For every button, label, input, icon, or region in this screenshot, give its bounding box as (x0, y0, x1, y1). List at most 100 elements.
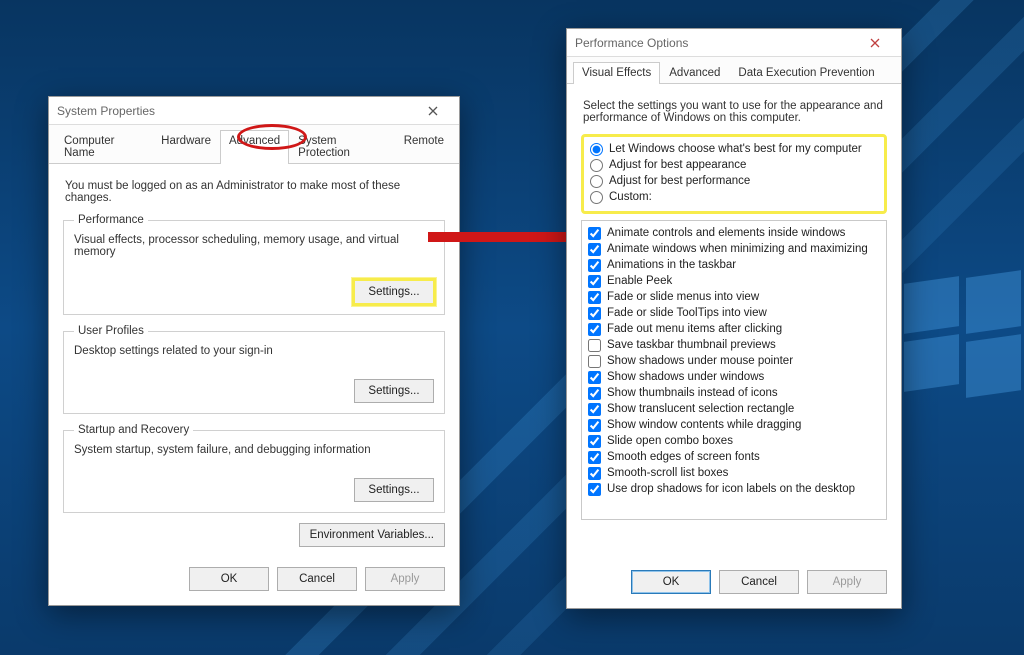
checkbox-label: Fade or slide ToolTips into view (607, 307, 767, 319)
checkbox-label: Show translucent selection rectangle (607, 403, 794, 415)
startup-recovery-settings-button[interactable]: Settings... (354, 478, 434, 502)
checkbox-label: Smooth-scroll list boxes (607, 467, 728, 479)
checkbox-input[interactable] (588, 227, 601, 240)
checkbox-input[interactable] (588, 387, 601, 400)
user-profiles-group: User Profiles Desktop settings related t… (63, 325, 445, 414)
radio-input[interactable] (590, 159, 603, 172)
checkbox-input[interactable] (588, 355, 601, 368)
visual-effects-option-8[interactable]: Show shadows under mouse pointer (588, 353, 880, 369)
visual-effects-option-10[interactable]: Show thumbnails instead of icons (588, 385, 880, 401)
checkbox-label: Show shadows under mouse pointer (607, 355, 793, 367)
tab-advanced[interactable]: Advanced (220, 130, 289, 164)
visual-effects-option-16[interactable]: Use drop shadows for icon labels on the … (588, 481, 880, 497)
visual-effects-option-11[interactable]: Show translucent selection rectangle (588, 401, 880, 417)
checkbox-input[interactable] (588, 419, 601, 432)
checkbox-label: Smooth edges of screen fonts (607, 451, 760, 463)
checkbox-input[interactable] (588, 243, 601, 256)
radio-label: Let Windows choose what's best for my co… (609, 143, 862, 155)
admin-info-text: You must be logged on as an Administrato… (65, 180, 443, 204)
visual-effects-option-12[interactable]: Show window contents while dragging (588, 417, 880, 433)
visual-effects-option-7[interactable]: Save taskbar thumbnail previews (588, 337, 880, 353)
user-profiles-desc: Desktop settings related to your sign-in (74, 345, 434, 357)
user-profiles-legend: User Profiles (74, 325, 148, 337)
performance-options-dialog: Performance Options Visual Effects Advan… (566, 28, 902, 609)
startup-recovery-group: Startup and Recovery System startup, sys… (63, 424, 445, 513)
cancel-button[interactable]: Cancel (277, 567, 357, 591)
sysprops-dialog-buttons: OK Cancel Apply (49, 557, 459, 605)
checkbox-label: Animate controls and elements inside win… (607, 227, 845, 239)
checkbox-label: Fade out menu items after clicking (607, 323, 782, 335)
sysprops-tabs: Computer Name Hardware Advanced System P… (49, 125, 459, 164)
perfopts-tabs: Visual Effects Advanced Data Execution P… (567, 57, 901, 84)
performance-desc: Visual effects, processor scheduling, me… (74, 234, 434, 258)
tab-computer-name[interactable]: Computer Name (55, 130, 152, 164)
radio-input[interactable] (590, 191, 603, 204)
ok-button[interactable]: OK (189, 567, 269, 591)
visual-effects-option-6[interactable]: Fade out menu items after clicking (588, 321, 880, 337)
visual-effects-option-1[interactable]: Animate windows when minimizing and maxi… (588, 241, 880, 257)
visual-effects-options-list[interactable]: Animate controls and elements inside win… (581, 220, 887, 520)
close-button[interactable] (415, 100, 451, 122)
visual-effects-option-2[interactable]: Animations in the taskbar (588, 257, 880, 273)
radio-input[interactable] (590, 175, 603, 188)
checkbox-input[interactable] (588, 371, 601, 384)
visual-effects-option-9[interactable]: Show shadows under windows (588, 369, 880, 385)
checkbox-input[interactable] (588, 275, 601, 288)
visual-effects-option-4[interactable]: Fade or slide menus into view (588, 289, 880, 305)
checkbox-input[interactable] (588, 291, 601, 304)
visual-effects-radio-2[interactable]: Adjust for best performance (590, 173, 878, 189)
tab-dep[interactable]: Data Execution Prevention (729, 62, 883, 84)
startup-recovery-desc: System startup, system failure, and debu… (74, 444, 434, 456)
apply-button[interactable]: Apply (365, 567, 445, 591)
radio-label: Custom: (609, 191, 652, 203)
checkbox-label: Animate windows when minimizing and maxi… (607, 243, 868, 255)
environment-variables-button[interactable]: Environment Variables... (299, 523, 445, 547)
radio-label: Adjust for best performance (609, 175, 750, 187)
system-properties-dialog: System Properties Computer Name Hardware… (48, 96, 460, 606)
close-icon (870, 38, 880, 48)
tab-system-protection[interactable]: System Protection (289, 130, 395, 164)
performance-settings-button[interactable]: Settings... (354, 280, 434, 304)
apply-button[interactable]: Apply (807, 570, 887, 594)
tab-remote[interactable]: Remote (395, 130, 453, 164)
titlebar[interactable]: Performance Options (567, 29, 901, 57)
checkbox-label: Save taskbar thumbnail previews (607, 339, 776, 351)
checkbox-label: Show window contents while dragging (607, 419, 801, 431)
performance-legend: Performance (74, 214, 148, 226)
checkbox-input[interactable] (588, 259, 601, 272)
tab-advanced[interactable]: Advanced (660, 62, 729, 84)
visual-effects-option-0[interactable]: Animate controls and elements inside win… (588, 225, 880, 241)
titlebar[interactable]: System Properties (49, 97, 459, 125)
dialog-title: Performance Options (575, 36, 857, 50)
close-button[interactable] (857, 32, 893, 54)
radio-input[interactable] (590, 143, 603, 156)
visual-effects-radio-1[interactable]: Adjust for best appearance (590, 157, 878, 173)
visual-effects-radio-group: Let Windows choose what's best for my co… (581, 134, 887, 214)
checkbox-label: Slide open combo boxes (607, 435, 733, 447)
checkbox-input[interactable] (588, 483, 601, 496)
windows-logo-icon (904, 270, 1024, 390)
visual-effects-option-15[interactable]: Smooth-scroll list boxes (588, 465, 880, 481)
checkbox-input[interactable] (588, 451, 601, 464)
close-icon (428, 106, 438, 116)
visual-effects-option-3[interactable]: Enable Peek (588, 273, 880, 289)
visual-effects-option-5[interactable]: Fade or slide ToolTips into view (588, 305, 880, 321)
tab-hardware[interactable]: Hardware (152, 130, 220, 164)
perf-info-text: Select the settings you want to use for … (583, 100, 885, 124)
dialog-title: System Properties (57, 104, 415, 118)
cancel-button[interactable]: Cancel (719, 570, 799, 594)
checkbox-label: Show thumbnails instead of icons (607, 387, 778, 399)
checkbox-input[interactable] (588, 403, 601, 416)
visual-effects-option-13[interactable]: Slide open combo boxes (588, 433, 880, 449)
checkbox-input[interactable] (588, 467, 601, 480)
visual-effects-radio-0[interactable]: Let Windows choose what's best for my co… (590, 141, 878, 157)
checkbox-input[interactable] (588, 339, 601, 352)
checkbox-input[interactable] (588, 323, 601, 336)
checkbox-input[interactable] (588, 307, 601, 320)
user-profiles-settings-button[interactable]: Settings... (354, 379, 434, 403)
visual-effects-option-14[interactable]: Smooth edges of screen fonts (588, 449, 880, 465)
checkbox-input[interactable] (588, 435, 601, 448)
tab-visual-effects[interactable]: Visual Effects (573, 62, 660, 84)
visual-effects-radio-3[interactable]: Custom: (590, 189, 878, 205)
ok-button[interactable]: OK (631, 570, 711, 594)
